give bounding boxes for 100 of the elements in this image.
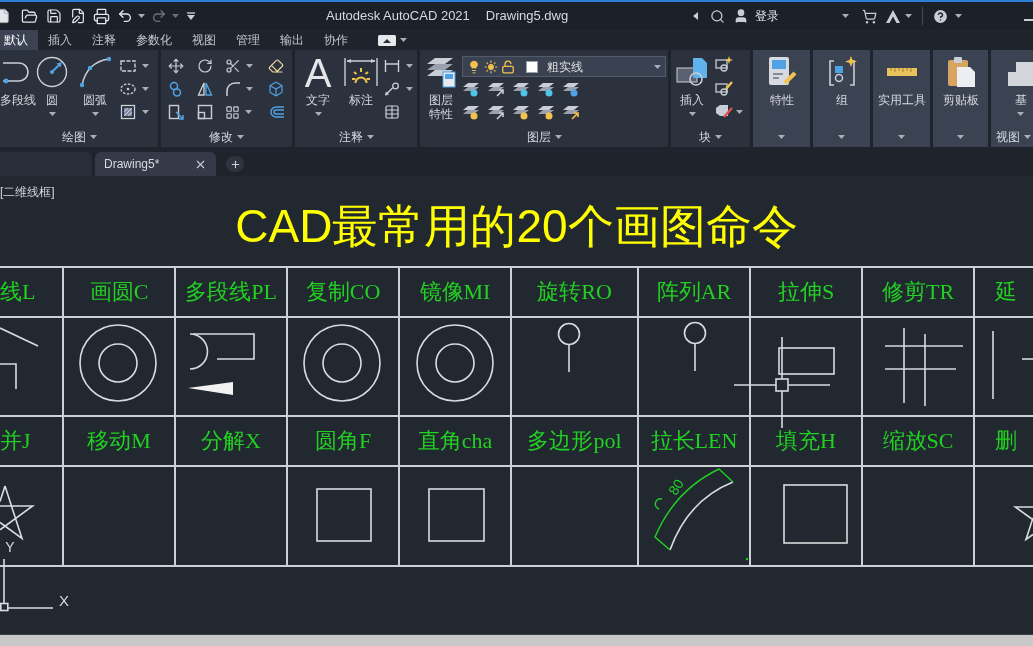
caret-icon[interactable] xyxy=(142,87,149,91)
ribbon-tab[interactable]: 注释 xyxy=(82,30,126,50)
lightbulb-icon[interactable] xyxy=(467,59,481,74)
ribbon-tab[interactable]: 协作 xyxy=(314,30,358,50)
base-point-button[interactable]: 基 xyxy=(1008,56,1033,116)
hatch-icon[interactable] xyxy=(120,104,136,120)
layer-tool-icon[interactable] xyxy=(562,104,580,120)
caret-icon[interactable] xyxy=(366,135,374,139)
redo-icon[interactable] xyxy=(151,8,167,24)
caret-icon[interactable] xyxy=(245,110,252,114)
circle-icon[interactable] xyxy=(36,56,68,88)
ribbon-tab[interactable]: 默认 xyxy=(0,30,38,50)
customize-caret-icon[interactable] xyxy=(187,12,195,20)
caret-icon[interactable] xyxy=(138,14,145,18)
ribbon-tab[interactable]: 视图 xyxy=(182,30,226,50)
insert-button[interactable]: 插入 xyxy=(675,56,709,116)
layers-icon[interactable] xyxy=(425,56,457,88)
offset-icon[interactable] xyxy=(268,105,284,119)
cube-icon[interactable] xyxy=(268,81,284,97)
color-swatch-icon[interactable] xyxy=(526,60,538,73)
panel-title[interactable]: 注释 xyxy=(338,130,374,144)
caret-icon[interactable] xyxy=(838,135,845,139)
caret-icon[interactable] xyxy=(406,87,413,91)
user-icon[interactable] xyxy=(733,8,749,24)
search-icon[interactable] xyxy=(710,8,725,24)
caret-icon[interactable] xyxy=(142,110,149,114)
scale-icon[interactable] xyxy=(197,104,213,120)
panel-title[interactable]: 图层 xyxy=(526,130,562,144)
caret-icon[interactable] xyxy=(688,112,696,116)
caret-icon[interactable] xyxy=(842,14,849,18)
printer-icon[interactable] xyxy=(93,7,110,25)
caret-icon[interactable] xyxy=(48,112,56,116)
caret-icon[interactable] xyxy=(898,135,905,139)
tag-pencil-icon[interactable] xyxy=(715,104,733,120)
layer-dropdown[interactable]: 粗实线 xyxy=(462,56,666,77)
layer-tool-icon[interactable] xyxy=(512,104,530,120)
clipboard-button[interactable]: 剪贴板 xyxy=(942,56,979,107)
new-tab-button[interactable] xyxy=(226,156,244,172)
caret-icon[interactable] xyxy=(246,87,253,91)
eraser-icon[interactable] xyxy=(268,58,284,74)
drawing-canvas[interactable]: [二维线框] CAD最常用的20个画图命令 线L 画圆C 多段线PL 复制CO 镜像MI 旋转RO 阵列AR 拉伸S 修剪TR 延 并J 移动M 分解X 圆角F 直角cha 多边形pol 拉长LEN 填充H 缩放SC 删 Y X 80 xyxy=(0,176,1033,634)
caret-left-icon[interactable] xyxy=(693,12,698,20)
dimension-icon[interactable] xyxy=(343,56,379,88)
caret-icon[interactable] xyxy=(237,135,244,139)
layer-tool-icon[interactable] xyxy=(512,81,530,97)
ribbon-tab[interactable]: 插入 xyxy=(38,30,82,50)
caret-icon[interactable] xyxy=(957,135,964,139)
caret-icon[interactable] xyxy=(715,135,722,139)
group-button[interactable]: 组 xyxy=(825,56,858,107)
caret-icon[interactable] xyxy=(400,38,407,42)
file-tab[interactable]: Drawing5* xyxy=(95,152,216,176)
layer-tool-icon[interactable] xyxy=(487,104,505,120)
ribbon-tab[interactable]: 输出 xyxy=(270,30,314,50)
scissors-icon[interactable] xyxy=(225,58,241,74)
insert-block-icon[interactable] xyxy=(675,56,709,88)
arc-icon[interactable] xyxy=(78,56,112,88)
caret-icon[interactable] xyxy=(246,64,253,68)
block-pencil-icon[interactable] xyxy=(715,80,733,96)
fillet-icon[interactable] xyxy=(225,81,241,97)
utilities-button[interactable]: 实用工具 xyxy=(877,56,926,107)
rectangle-icon[interactable] xyxy=(120,59,136,73)
circles-icon[interactable] xyxy=(168,81,184,97)
caret-icon[interactable] xyxy=(406,64,413,68)
leader-icon[interactable] xyxy=(384,82,400,96)
caret-icon[interactable] xyxy=(736,110,743,114)
undo-icon[interactable] xyxy=(117,8,133,24)
ellipse-icon[interactable] xyxy=(120,82,136,96)
caret-icon[interactable] xyxy=(955,14,962,18)
sign-in-link[interactable]: 登录 xyxy=(755,7,779,25)
rotate-icon[interactable] xyxy=(197,58,213,74)
caret-icon[interactable] xyxy=(91,112,99,116)
circle-button[interactable]: 圆 xyxy=(36,56,68,116)
caret-icon[interactable] xyxy=(1017,112,1024,116)
caret-icon[interactable] xyxy=(314,112,322,116)
panel-title[interactable]: 块 xyxy=(699,130,722,144)
move-icon[interactable] xyxy=(168,58,184,74)
polyline-button[interactable]: 多段线 xyxy=(0,56,36,107)
arc-button[interactable]: 圆弧 xyxy=(78,56,112,116)
cart-icon[interactable] xyxy=(862,8,877,24)
layer-tool-icon[interactable] xyxy=(462,81,480,97)
ribbon-tab[interactable]: 管理 xyxy=(226,30,270,50)
panel-toggle-icon[interactable] xyxy=(378,34,396,46)
caret-icon[interactable] xyxy=(654,64,661,69)
panel-title[interactable]: 修改 xyxy=(209,130,244,144)
caret-icon[interactable] xyxy=(1024,135,1031,139)
layer-properties-button[interactable]: 图层特性 xyxy=(424,56,458,121)
open-folder-icon[interactable] xyxy=(21,7,38,25)
caret-icon[interactable] xyxy=(89,135,97,139)
dimension-button[interactable]: 标注 xyxy=(342,56,380,107)
mirror-icon[interactable] xyxy=(197,81,213,97)
file-pen-icon[interactable] xyxy=(70,8,86,24)
block-star-icon[interactable] xyxy=(715,56,733,72)
properties-button[interactable]: 特性 xyxy=(765,56,798,107)
help-icon[interactable] xyxy=(932,7,949,25)
grid-icon[interactable] xyxy=(225,104,240,120)
caret-icon[interactable] xyxy=(554,135,562,139)
layer-tool-icon[interactable] xyxy=(537,104,555,120)
layer-tool-icon[interactable] xyxy=(562,81,580,97)
caret-icon[interactable] xyxy=(778,135,785,139)
table-icon[interactable] xyxy=(384,104,400,120)
